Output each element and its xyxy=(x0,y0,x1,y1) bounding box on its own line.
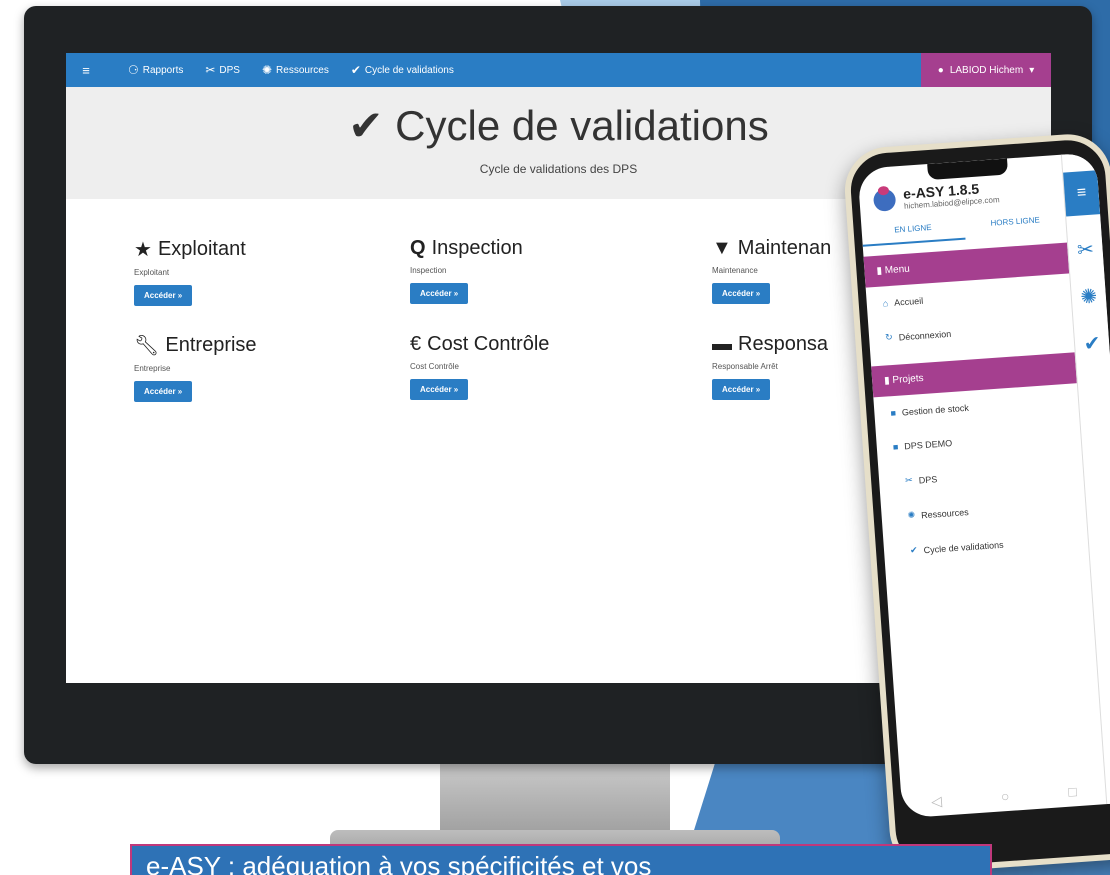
nav-item-label: Cycle de validations xyxy=(364,64,454,76)
nav-item-dps[interactable]: ✂ DPS xyxy=(205,63,240,77)
card-entreprise: 🔧︎ Entreprise Entreprise Accéder » xyxy=(134,333,257,402)
tab-online[interactable]: EN LIGNE xyxy=(861,220,966,247)
tools-icon[interactable]: ✂ xyxy=(1068,236,1104,263)
gear-icon: ✺ xyxy=(907,509,916,521)
gear-icon[interactable]: ✺ xyxy=(1071,283,1107,310)
search-icon: Q xyxy=(410,237,426,259)
tools-icon: ✂ xyxy=(205,63,216,77)
card-exploitant: ★ Exploitant Exploitant Accéder » xyxy=(134,237,246,306)
card-description: Cost Contrôle xyxy=(410,362,459,371)
hamburger-icon[interactable]: ≡ xyxy=(1063,170,1101,217)
bookmark-icon: ▮ xyxy=(883,375,891,387)
access-button[interactable]: Accéder » xyxy=(410,379,469,400)
nav-item-rapports[interactable]: ⚆ Rapports xyxy=(128,63,183,77)
user-name: LABIOD Hichem xyxy=(949,64,1024,76)
check-icon: ✔ xyxy=(909,544,918,556)
sub-item-label: Cycle de validations xyxy=(923,539,1004,555)
card-title: ★ Exploitant xyxy=(134,237,246,262)
access-button[interactable]: Accéder » xyxy=(134,285,193,306)
card-inspection: Q Inspection Inspection Accéder » xyxy=(410,237,523,304)
star-icon: ★ xyxy=(134,239,152,261)
card-responsable: ▬ Responsa Responsable Arrêt Accéder » xyxy=(712,333,828,400)
card-description: Responsable Arrêt xyxy=(712,362,778,371)
card-description: Inspection xyxy=(410,266,447,275)
card-description: Maintenance xyxy=(712,266,758,275)
card-title: 🔧︎ Entreprise xyxy=(134,333,257,358)
access-button[interactable]: Accéder » xyxy=(712,379,771,400)
menu-item-label: Accueil xyxy=(893,295,924,308)
card-title-text: Entreprise xyxy=(165,334,257,356)
nav-item-ressources[interactable]: ✺ Ressources xyxy=(262,63,329,77)
check-icon[interactable]: ✔ xyxy=(1074,330,1110,357)
recent-apps-icon[interactable]: □ xyxy=(1068,783,1078,801)
card-description: Entreprise xyxy=(134,364,171,373)
tab-offline[interactable]: HORS LIGNE xyxy=(964,214,1068,240)
nav-item-cycle[interactable]: ✔ Cycle de validations xyxy=(351,63,454,77)
check-icon: ✔ xyxy=(348,102,384,149)
cube-icon: ■ xyxy=(890,407,897,419)
gear-icon: ✺ xyxy=(261,63,273,77)
menu-item-label: Déconnexion xyxy=(898,328,952,342)
project-label: DPS DEMO xyxy=(903,438,953,452)
phone-screen: e-ASY 1.8.5 hichem.labiod@elipce.com EN … xyxy=(857,152,1110,819)
access-button[interactable]: Accéder » xyxy=(134,381,193,402)
card-maintenance: ▼ Maintenan Maintenance Accéder » xyxy=(712,237,831,304)
card-title: € Cost Contrôle xyxy=(410,333,549,356)
top-navbar: ≡ ⚆ Rapports ✂ DPS ✺ Ressources ✔ Cycle … xyxy=(66,53,1051,87)
card-title-text: Exploitant xyxy=(157,238,246,260)
sub-item-label: DPS xyxy=(918,473,938,485)
access-button[interactable]: Accéder » xyxy=(712,283,771,304)
nav-item-label: Ressources xyxy=(276,64,329,76)
card-title-text: Responsa xyxy=(738,333,829,355)
home-button-icon[interactable]: ○ xyxy=(1000,788,1010,806)
nav-item-label: Rapports xyxy=(142,64,184,76)
app-logo xyxy=(872,187,897,212)
project-label: Gestion de stock xyxy=(901,402,970,418)
nav-item-label: DPS xyxy=(219,64,240,76)
section-label: Menu xyxy=(884,263,911,277)
filter-icon: ▼ xyxy=(712,237,732,259)
user-menu[interactable]: ● LABIOD Hichem ▾ xyxy=(921,53,1051,87)
caption-banner: e-ASY : adéquation à vos spécificités et… xyxy=(130,844,992,875)
access-button[interactable]: Accéder » xyxy=(410,283,469,304)
euro-icon: € xyxy=(410,333,422,355)
page-title: ✔ Cycle de validations xyxy=(66,87,1051,150)
logout-icon: ↻ xyxy=(884,331,894,343)
card-title: ▼ Maintenan xyxy=(712,237,831,260)
card-title: ▬ Responsa xyxy=(712,333,828,356)
home-icon: ⌂ xyxy=(882,298,889,309)
caret-down-icon: ▾ xyxy=(1029,64,1035,76)
list-icon[interactable]: ≡ xyxy=(66,63,106,78)
card-title-text: Cost Contrôle xyxy=(427,333,550,355)
phone-nav-bar: ◁ ○ □ xyxy=(901,781,1107,812)
bookmark-icon: ▮ xyxy=(876,265,883,277)
card-title-text: Inspection xyxy=(431,237,523,259)
phone-header: e-ASY 1.8.5 hichem.labiod@elipce.com xyxy=(857,155,1065,214)
wrench-icon: 🔧︎ xyxy=(134,335,160,357)
card-cost-controle: € Cost Contrôle Cost Contrôle Accéder » xyxy=(410,333,549,400)
cube-icon: ■ xyxy=(892,441,899,453)
user-icon: ● xyxy=(937,64,944,76)
card-title: Q Inspection xyxy=(410,237,523,260)
card-title-text: Maintenan xyxy=(737,237,832,259)
back-icon[interactable]: ◁ xyxy=(931,793,943,811)
check-icon: ✔ xyxy=(350,63,361,77)
card-description: Exploitant xyxy=(134,268,170,277)
tools-icon: ✂ xyxy=(904,474,914,486)
phone-tabs: EN LIGNE HORS LIGNE xyxy=(861,214,1067,247)
page-title-text: Cycle de validations xyxy=(395,102,769,149)
card-icon: ▬ xyxy=(712,333,732,355)
sub-item-label: Ressources xyxy=(920,506,969,520)
chart-icon: ⚆ xyxy=(128,63,139,77)
section-label: Projets xyxy=(892,372,924,387)
